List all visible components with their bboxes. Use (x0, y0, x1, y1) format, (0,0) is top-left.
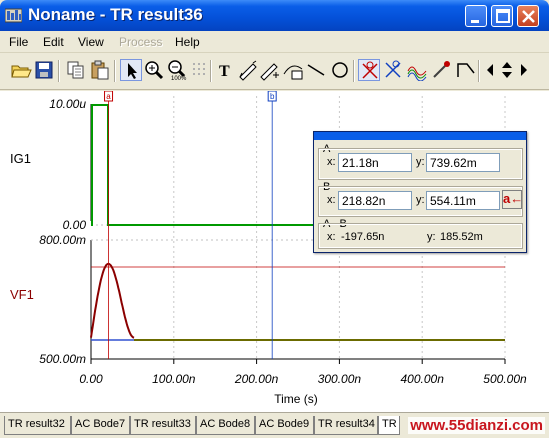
x-tick-label: 0.00 (79, 372, 103, 386)
line-icon[interactable] (305, 59, 327, 81)
x-tick-labels: 0.00 100.00n 200.00n 300.00n 400.00n 500.00n (79, 359, 527, 386)
a-x-label: x: (327, 156, 336, 168)
lower-ytick-bottom: 500.00m (39, 352, 86, 366)
diff-y-label: y: (427, 231, 436, 243)
a-x-field[interactable]: 21.18n (338, 153, 412, 172)
maximize-icon (496, 9, 510, 23)
pen-tool-icon[interactable] (237, 59, 259, 81)
b-x-field[interactable]: 218.82n (338, 191, 412, 210)
pen-tool-2-icon[interactable] (259, 59, 281, 81)
menu-process[interactable]: Process (119, 35, 162, 49)
cursor-panel-titlebar[interactable] (314, 132, 526, 140)
a-y-field[interactable]: 739.62m (426, 153, 500, 172)
tab-ac-bode7[interactable]: AC Bode7 (71, 416, 130, 435)
vf1-trace (90, 262, 135, 339)
slope-icon[interactable] (455, 59, 477, 81)
diff-x-value: -197.65n (341, 231, 385, 243)
pointer-icon[interactable] (120, 59, 142, 81)
x-tick-label: 200.00n (234, 372, 279, 386)
copy-icon[interactable] (65, 59, 87, 81)
x-tick-label: 300.00n (318, 372, 362, 386)
upper-ytick-top: 10.00u (49, 97, 86, 111)
upper-ytick-bottom: 0.00 (63, 218, 87, 232)
ellipse-icon[interactable] (329, 59, 351, 81)
x-tick-label: 500.00n (483, 372, 527, 386)
tab-tr-result33[interactable]: TR result33 (130, 416, 196, 435)
menu-edit[interactable]: Edit (43, 35, 64, 49)
cursor-a-label: a (106, 92, 111, 101)
arrow-left-icon[interactable] (483, 59, 497, 81)
paste-icon[interactable] (89, 59, 111, 81)
waves-icon[interactable] (406, 59, 428, 82)
minimize-button[interactable] (465, 5, 487, 27)
curve-icon[interactable] (282, 59, 304, 81)
menu-file[interactable]: File (9, 35, 28, 49)
upper-signal-label: IG1 (10, 151, 31, 166)
b-y-field[interactable]: 554.11m (426, 191, 500, 210)
swap-cursor-button[interactable]: a← (502, 190, 523, 209)
tab-tr-result34[interactable]: TR result34 (314, 416, 378, 435)
app-icon (5, 8, 22, 23)
x-tick-label: 100.00n (152, 372, 196, 386)
marker-icon[interactable] (430, 59, 452, 81)
save-icon[interactable] (33, 59, 55, 81)
lower-ytick-top: 800.00m (39, 233, 86, 247)
toolbar: 100% T (0, 54, 549, 90)
diff-x-label: x: (327, 231, 336, 243)
tab-ac-bode9[interactable]: AC Bode9 (255, 416, 314, 435)
cursor-b-label: b (270, 92, 275, 101)
open-folder-icon[interactable] (10, 59, 32, 81)
x-axis: 0.00 100.00n 200.00n 300.00n 400.00n 500.00n … (79, 358, 527, 406)
x-tick-label: 400.00n (401, 372, 445, 386)
cursor-a-icon[interactable] (358, 59, 380, 81)
tab-ac-bode8[interactable]: AC Bode8 (196, 416, 255, 435)
tab-tr-result32[interactable]: TR result32 (4, 416, 71, 435)
close-icon (522, 10, 535, 23)
zoom-in-icon[interactable] (143, 59, 165, 81)
cursor-b-icon[interactable] (382, 59, 404, 81)
tab-tr-result36[interactable]: TR (378, 416, 400, 435)
zoom-out-icon[interactable]: 100% (166, 59, 188, 82)
window-title: Noname - TR result36 (28, 5, 203, 24)
svg-text:100%: 100% (171, 76, 187, 81)
a-y-label: y: (416, 156, 425, 168)
title-bar[interactable]: Noname - TR result36 (0, 0, 549, 31)
svg-text:T: T (219, 63, 230, 80)
result-tab-bar: TR result32 AC Bode7 TR result33 AC Bode… (0, 412, 549, 438)
maximize-button[interactable] (491, 5, 513, 27)
arrow-updown-icon[interactable] (498, 59, 516, 81)
close-button[interactable] (517, 5, 539, 27)
menu-help[interactable]: Help (175, 35, 200, 49)
b-y-label: y: (416, 194, 425, 206)
menu-view[interactable]: View (78, 35, 104, 49)
b-x-label: x: (327, 194, 336, 206)
diff-y-value: 185.52m (440, 231, 483, 243)
minimize-icon (471, 20, 479, 23)
grid-icon[interactable] (189, 59, 211, 81)
watermark-text: www.55dianzi.com (408, 417, 545, 434)
arrow-right-icon[interactable] (517, 59, 531, 81)
cursor-readout-panel[interactable]: A x: 21.18n y: 739.62m B x: 218.82n y: 5… (313, 131, 527, 253)
x-axis-label: Time (s) (274, 392, 318, 406)
lower-signal-label: VF1 (10, 287, 34, 302)
text-icon[interactable]: T (215, 59, 237, 81)
menu-bar: File Edit View Process Help (0, 31, 549, 53)
